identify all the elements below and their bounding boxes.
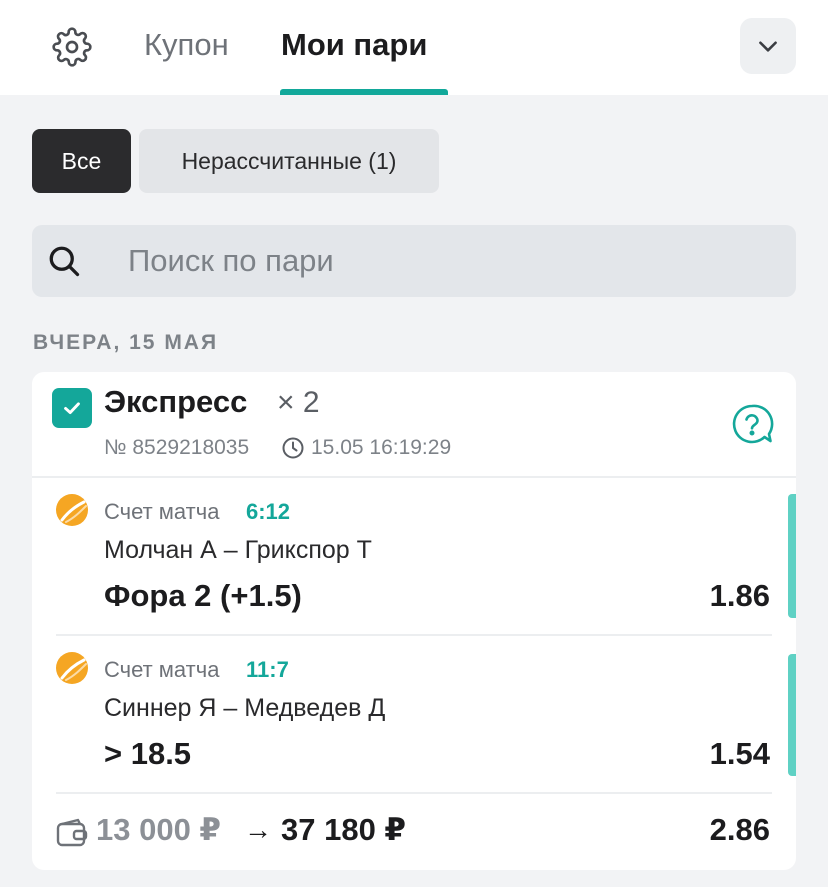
bet-number: № 8529218035 — [104, 436, 250, 459]
divider — [56, 792, 772, 794]
match-teams: Синнер Я – Медведев Д — [104, 694, 386, 722]
clock-icon — [282, 437, 304, 459]
tennis-ball-icon — [56, 652, 88, 684]
payout-amount: 37 180 ₽ — [281, 812, 406, 847]
selection-status-bar — [788, 494, 796, 618]
collapse-button[interactable] — [740, 18, 796, 74]
selection-odds: 1.54 — [709, 736, 770, 771]
match-score: 6:12 — [246, 499, 291, 524]
tab-coupon[interactable]: Купон — [144, 22, 229, 68]
chevron-down-icon — [759, 41, 777, 52]
bet-type: Экспресс — [104, 384, 248, 419]
stake-amount: 13 000 ₽ — [96, 812, 221, 847]
active-tab-indicator — [280, 89, 448, 95]
arrow-right-icon: → — [244, 814, 272, 845]
bet-selection-count: × 2 — [277, 386, 320, 419]
selection-status-bar — [788, 654, 796, 776]
search-icon — [49, 246, 80, 277]
bet-checkbox[interactable] — [52, 388, 92, 428]
tennis-ball-icon — [56, 494, 88, 526]
help-icon[interactable] — [730, 402, 774, 446]
bet-pick: > 18.5 — [104, 736, 192, 771]
selection-odds: 1.86 — [709, 578, 770, 613]
wallet-icon — [56, 818, 88, 847]
search-input[interactable] — [128, 241, 768, 281]
filter-all-button[interactable]: Все — [32, 129, 131, 193]
total-odds: 2.86 — [709, 812, 770, 847]
score-label: Счет матча — [104, 499, 220, 524]
gear-icon — [52, 27, 92, 67]
match-score: 11:7 — [246, 657, 289, 682]
filter-unsettled-button[interactable]: Нерассчитанные (1) — [139, 129, 439, 193]
bet-card[interactable]: Экспресс × 2 № 8529218035 15.05 16:19:29… — [32, 372, 796, 870]
score-label: Счет матча — [104, 657, 220, 682]
tab-my-bets[interactable]: Мои пари — [281, 22, 427, 68]
checkmark-icon — [64, 402, 80, 415]
divider — [32, 476, 796, 478]
date-group-label: ВЧЕРА, 15 МАЯ — [33, 331, 219, 354]
search-bar — [32, 225, 796, 297]
bet-pick: Фора 2 (+1.5) — [104, 578, 302, 613]
top-header: Купон Мои пари — [0, 0, 828, 95]
bet-datetime: 15.05 16:19:29 — [311, 436, 452, 459]
settings-button[interactable] — [50, 25, 94, 69]
divider — [56, 634, 772, 636]
match-teams: Молчан А – Грикспор Т — [104, 536, 372, 564]
